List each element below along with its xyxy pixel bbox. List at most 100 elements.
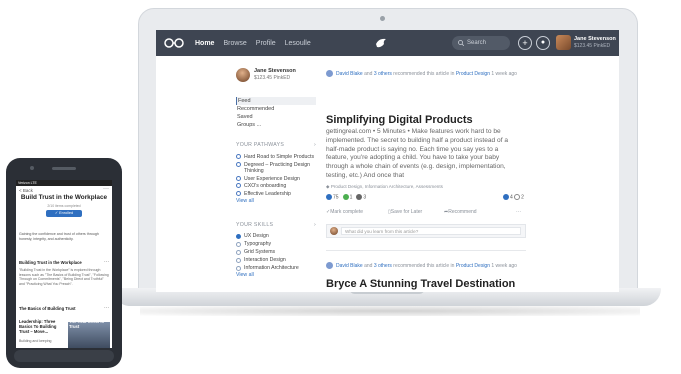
- save-for-later-button[interactable]: ▯ Save for Later: [388, 209, 422, 215]
- menu-item-saved[interactable]: Saved: [236, 113, 316, 121]
- top-nav: Home Browse Profile Lesoulle Search + ● …: [156, 30, 619, 56]
- pathway-item[interactable]: User Experience Design: [236, 175, 318, 183]
- card-title[interactable]: The Real Crisis is Trust: [69, 319, 109, 329]
- skill-label: Interaction Design: [244, 257, 286, 263]
- more-options-button[interactable]: ···: [104, 259, 109, 265]
- sidebar: Jane Stevenson $123.45 PinkED Feed Recom…: [236, 64, 328, 292]
- pathway-label: Effective Leadership: [244, 190, 291, 197]
- rec-time: 1 week ago: [491, 263, 517, 269]
- recommender-avatar: [326, 262, 333, 269]
- rec-mid: recommended this article in: [393, 71, 455, 77]
- side-menu: Feed Recommended Saved Groups ...: [236, 97, 316, 129]
- skills-header[interactable]: YOUR SKILLS ›: [236, 222, 316, 228]
- shares-icon: [503, 194, 509, 200]
- camera-icon: [380, 16, 385, 21]
- card-subtitle: Building and keeping: [19, 339, 52, 343]
- profile-points: $123.45 PinkED: [254, 75, 291, 81]
- avatar[interactable]: [556, 35, 571, 50]
- recommend-button[interactable]: ➦ Recommend: [444, 209, 477, 215]
- likes-stat: 1: [342, 194, 352, 200]
- skill-icon: [236, 233, 241, 239]
- nav-lesoulle[interactable]: Lesoulle: [285, 40, 311, 47]
- recommender-link[interactable]: David Blake: [336, 71, 363, 77]
- recommender-link[interactable]: David Blake: [336, 263, 363, 269]
- skills-view-all-link[interactable]: View all: [236, 272, 318, 278]
- progress-ring-icon: [236, 175, 241, 181]
- rec-and: and: [364, 71, 373, 77]
- phone-speaker: [52, 167, 76, 170]
- feed: David Blake and 3 others recommended thi…: [326, 64, 616, 292]
- notifications-icon[interactable]: ●: [536, 36, 550, 50]
- pathway-item[interactable]: CXO's onboarding: [236, 183, 318, 190]
- skill-icon: [236, 265, 241, 271]
- nav-home[interactable]: Home: [195, 40, 214, 47]
- article-title[interactable]: Simplifying Digital Products: [326, 114, 473, 126]
- nav-profile[interactable]: Profile: [256, 40, 276, 47]
- laptop-shadow: [140, 306, 640, 316]
- article-summary: gettingreal.com • 5 Minutes • Make featu…: [326, 128, 509, 179]
- skill-item[interactable]: Grid Systems: [236, 248, 318, 256]
- pathway-label: Hard Road to Simple Products: [244, 154, 315, 160]
- group-link[interactable]: Product Design: [456, 71, 490, 77]
- others-link[interactable]: 3 others: [374, 71, 392, 77]
- pathway-item[interactable]: Degreed – Practicing Design Thinking: [236, 161, 318, 175]
- enrolled-button[interactable]: ✓ Enrolled: [46, 210, 82, 217]
- menu-item-recommended[interactable]: Recommended: [236, 105, 316, 113]
- recommendation-line: David Blake and 3 others recommended thi…: [336, 71, 517, 77]
- views-icon: [326, 194, 332, 200]
- recommendation-line: David Blake and 3 others recommended thi…: [336, 263, 517, 269]
- article-stats: 75 1 3: [326, 194, 366, 200]
- degreed-logo-icon[interactable]: [164, 36, 186, 50]
- progress-ring-icon: [236, 183, 241, 188]
- pathway-label: CXO's onboarding: [244, 183, 287, 189]
- profile-avatar[interactable]: [236, 68, 250, 82]
- skill-item[interactable]: Information Architecture: [236, 264, 318, 272]
- skill-icon: [236, 257, 241, 263]
- skill-item[interactable]: Typography: [236, 240, 318, 248]
- skill-label: UX Design: [244, 233, 269, 239]
- search-input[interactable]: Search: [452, 36, 510, 50]
- rec-mid: recommended this article in: [393, 263, 455, 269]
- article-stats-right: 4 2: [503, 194, 524, 200]
- discussion-icon: [514, 194, 521, 200]
- more-options-button[interactable]: ···: [103, 186, 109, 192]
- skill-item[interactable]: Interaction Design: [236, 256, 318, 264]
- skills-header-label: YOUR SKILLS: [236, 222, 274, 228]
- skill-label: Information Architecture: [244, 265, 299, 271]
- article-tags: ◆ Product Design, Information Architectu…: [326, 184, 443, 190]
- others-link[interactable]: 3 others: [374, 263, 392, 269]
- pathways-view-all-link[interactable]: View all: [236, 198, 318, 204]
- card-title[interactable]: Leadership: Three Basics To Building Tru…: [19, 319, 65, 334]
- progress-ring-icon: [236, 190, 241, 196]
- more-options-button[interactable]: ···: [104, 305, 109, 311]
- add-button[interactable]: +: [518, 36, 532, 50]
- back-button[interactable]: < Back: [19, 188, 33, 193]
- menu-item-groups[interactable]: Groups ...: [236, 121, 316, 129]
- pathway-item[interactable]: Effective Leadership: [236, 190, 318, 198]
- feed-divider: [326, 250, 526, 251]
- user-name: Jane Stevenson: [574, 36, 616, 42]
- progress-ring-icon: [236, 154, 241, 159]
- pathways-header[interactable]: YOUR PATHWAYS ›: [236, 142, 316, 148]
- group-link[interactable]: Product Design: [456, 263, 490, 269]
- phone-status-bar: Verizon LTE: [16, 180, 112, 186]
- pathway-progress: 2/10 items completed: [47, 204, 81, 208]
- menu-item-feed[interactable]: Feed: [236, 97, 316, 105]
- mark-complete-button[interactable]: ✓ Mark complete: [326, 209, 363, 215]
- pathways-header-label: YOUR PATHWAYS: [236, 142, 285, 148]
- profile-name: Jane Stevenson: [254, 68, 296, 74]
- skill-icon: [236, 249, 241, 255]
- comment-input[interactable]: What did you learn from this article?: [341, 227, 521, 235]
- skill-item[interactable]: UX Design: [236, 232, 318, 240]
- tags-text: Product Design, Information Architecture…: [330, 184, 443, 189]
- nav-browse[interactable]: Browse: [223, 40, 246, 47]
- recommender-avatar: [326, 70, 333, 77]
- pathway-item[interactable]: Hard Road to Simple Products: [236, 154, 318, 161]
- more-options-button[interactable]: ···: [516, 209, 521, 215]
- article-title[interactable]: Bryce A Stunning Travel Destination: [326, 278, 515, 290]
- progress-ring-icon: [236, 161, 241, 167]
- chevron-right-icon: ›: [313, 142, 316, 148]
- search-icon: [458, 40, 464, 46]
- laptop-screen: Home Browse Profile Lesoulle Search + ● …: [156, 30, 619, 292]
- skill-label: Typography: [244, 241, 272, 247]
